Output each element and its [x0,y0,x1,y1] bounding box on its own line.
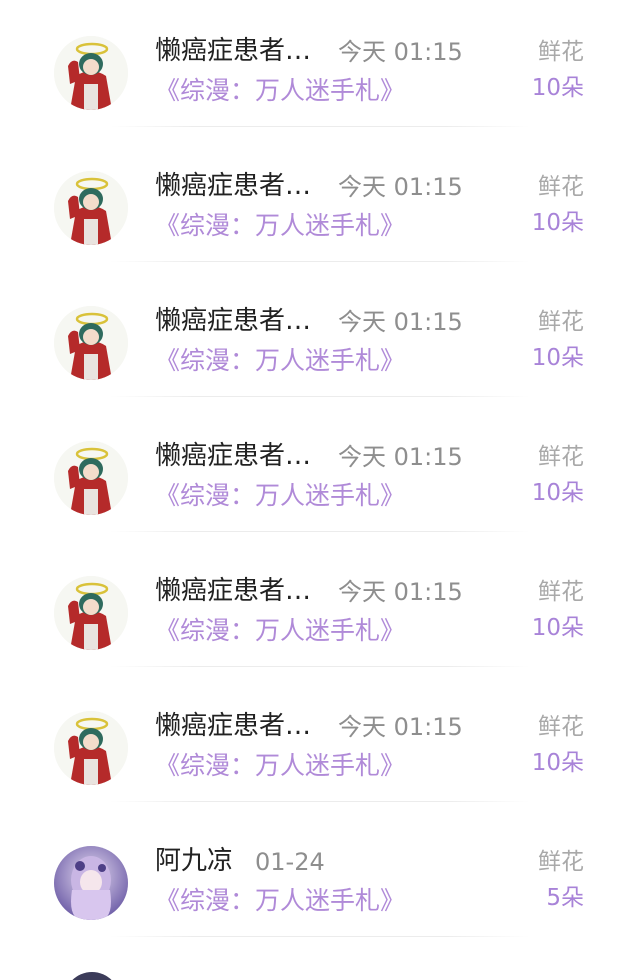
user-name[interactable]: 懒癌症患者… [155,439,311,473]
divider [110,801,530,802]
avatar[interactable] [64,972,120,980]
divider [110,396,530,397]
divider [110,666,530,667]
red-coat-boy-avatar-icon [54,171,128,245]
list-item[interactable]: 阿九凉 01-24 《综漫：万人迷手札》 鲜花 5朵 [0,810,640,945]
book-title-link[interactable]: 《综漫：万人迷手札》 [155,884,405,918]
gift-count: 10朵 [531,210,584,236]
list-item[interactable]: 懒癌症患者… 今天 01:15 《综漫：万人迷手札》 鲜花 10朵 [0,540,640,675]
gift-count: 10朵 [531,615,584,641]
gift-type-label: 鲜花 [538,849,584,875]
gift-type-label: 鲜花 [538,579,584,605]
red-coat-boy-avatar-icon [54,711,128,785]
book-title-link[interactable]: 《综漫：万人迷手札》 [155,74,405,108]
user-name[interactable]: 阿九凉 [155,844,233,878]
divider [110,126,530,127]
avatar[interactable] [54,441,128,515]
gift-count: 10朵 [531,480,584,506]
user-name[interactable]: 懒癌症患者… [155,304,311,338]
gift-type-label: 鲜花 [538,309,584,335]
purple-hair-girl-avatar-icon [54,846,128,920]
avatar[interactable] [54,846,128,920]
book-title-link[interactable]: 《综漫：万人迷手札》 [155,479,405,513]
gift-time: 今天 01:15 [338,173,463,201]
red-coat-boy-avatar-icon [54,306,128,380]
user-name[interactable]: 懒癌症患者… [155,34,311,68]
red-coat-boy-avatar-icon [54,576,128,650]
gift-count: 5朵 [546,885,584,911]
gift-time: 今天 01:15 [338,38,463,66]
avatar[interactable] [54,306,128,380]
user-name[interactable]: 懒癌症患者… [155,574,311,608]
avatar[interactable] [54,711,128,785]
gift-time: 今天 01:15 [338,443,463,471]
book-title-link[interactable]: 《综漫：万人迷手札》 [155,614,405,648]
gift-count: 10朵 [531,750,584,776]
book-title-link[interactable]: 《综漫：万人迷手札》 [155,209,405,243]
list-item[interactable]: 懒癌症患者… 今天 01:15 《综漫：万人迷手札》 鲜花 10朵 [0,675,640,810]
list-item[interactable]: 懒癌症患者… 今天 01:15 《综漫：万人迷手札》 鲜花 10朵 [0,270,640,405]
gift-type-label: 鲜花 [538,444,584,470]
avatar[interactable] [54,36,128,110]
list-item[interactable]: 懒癌症患者… 今天 01:15 《综漫：万人迷手札》 鲜花 10朵 [0,135,640,270]
gift-type-label: 鲜花 [538,174,584,200]
gift-time: 今天 01:15 [338,578,463,606]
gift-time: 01-24 [255,848,325,876]
gift-count: 10朵 [531,345,584,371]
avatar[interactable] [54,576,128,650]
user-name[interactable]: 懒癌症患者… [155,709,311,743]
avatar[interactable] [54,171,128,245]
user-name[interactable]: 懒癌症患者… [155,169,311,203]
divider [110,936,530,937]
list-item[interactable]: 懒癌症患者… 今天 01:15 《综漫：万人迷手札》 鲜花 10朵 [0,405,640,540]
red-coat-boy-avatar-icon [54,36,128,110]
gift-count: 10朵 [531,75,584,101]
gift-type-label: 鲜花 [538,39,584,65]
book-title-link[interactable]: 《综漫：万人迷手札》 [155,344,405,378]
gift-type-label: 鲜花 [538,714,584,740]
list-item[interactable]: 懒癌症患者… 今天 01:15 《综漫：万人迷手札》 鲜花 10朵 [0,0,640,135]
gift-time: 今天 01:15 [338,308,463,336]
book-title-link[interactable]: 《综漫：万人迷手札》 [155,749,405,783]
red-coat-boy-avatar-icon [54,441,128,515]
divider [110,531,530,532]
gift-time: 今天 01:15 [338,713,463,741]
divider [110,261,530,262]
